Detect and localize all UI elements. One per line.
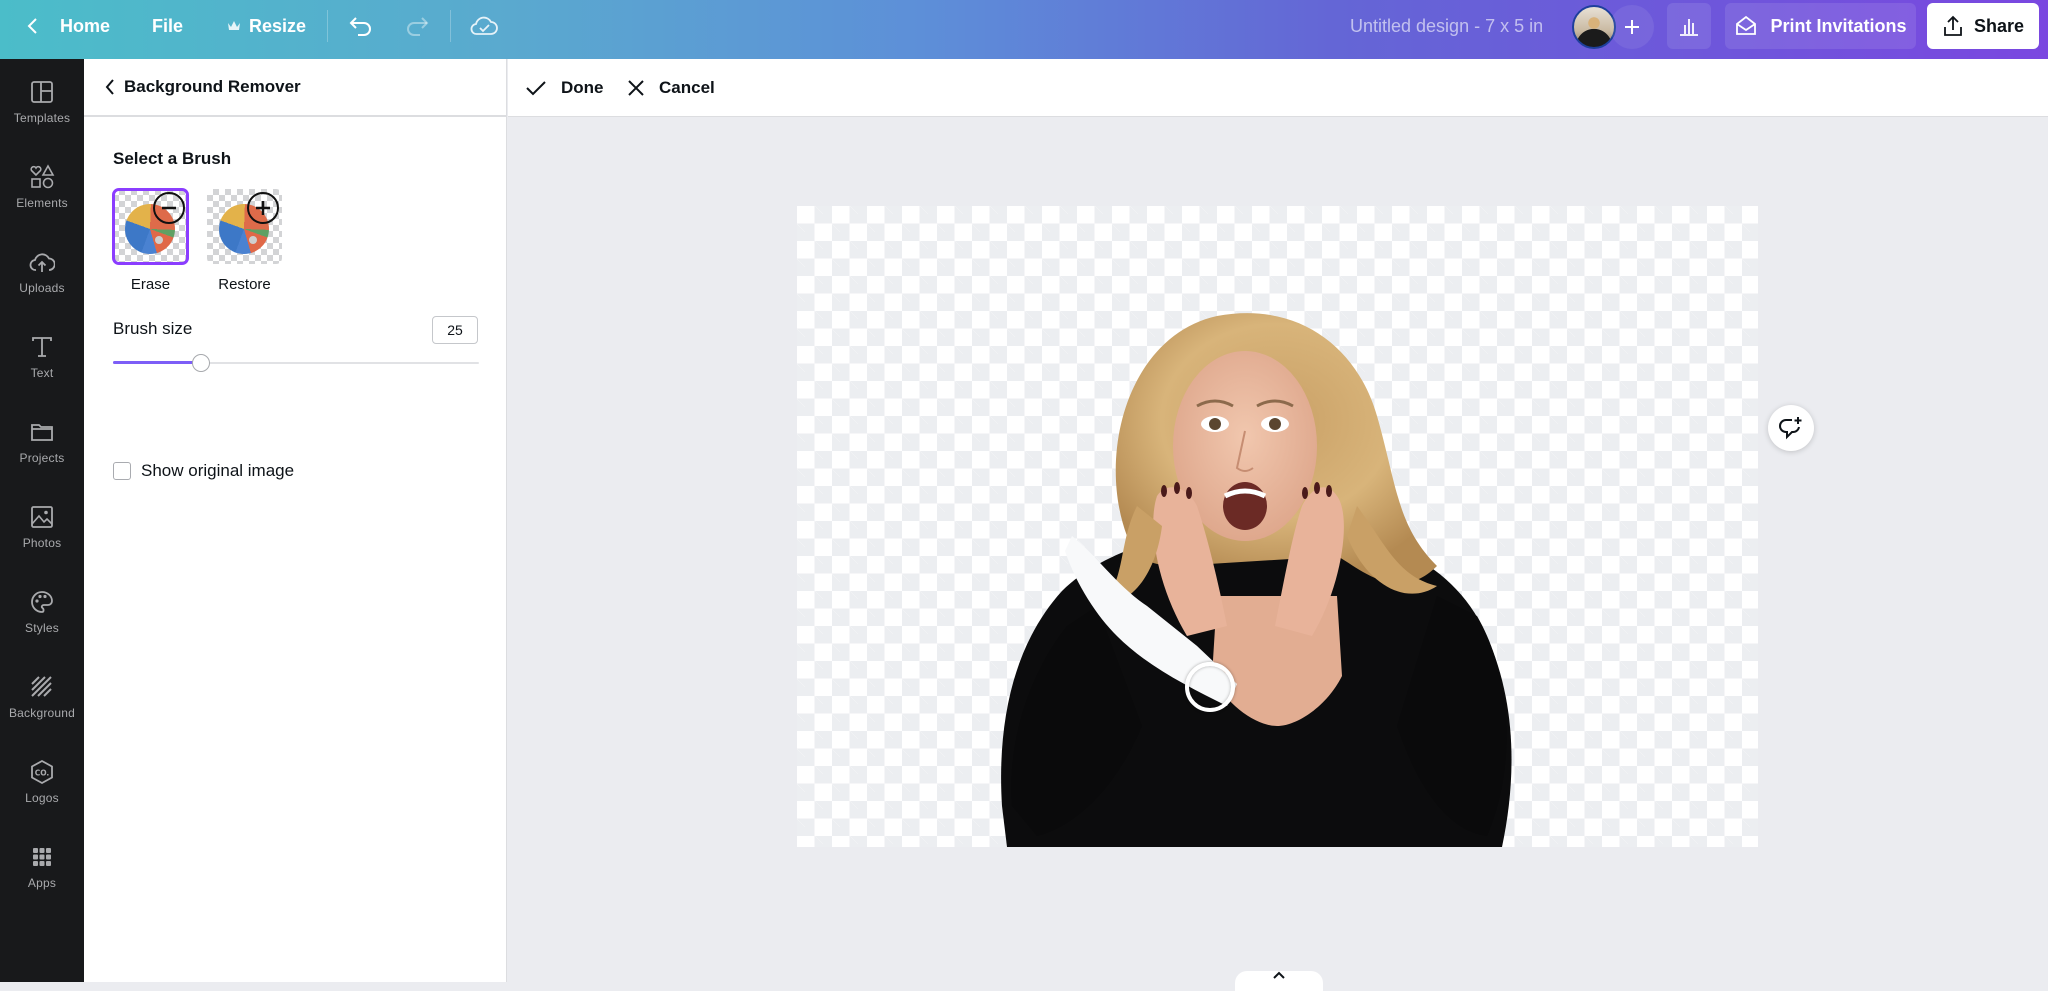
- checkmark-icon: [526, 81, 546, 96]
- resize-label: Resize: [249, 15, 307, 36]
- print-invitations-label: Print Invitations: [1770, 15, 1907, 36]
- palette-icon: [31, 591, 53, 613]
- apps-grid-icon: [33, 848, 51, 866]
- add-comment-button[interactable]: [1768, 405, 1814, 451]
- text-icon: [32, 337, 52, 357]
- slider-handle[interactable]: [191, 354, 210, 372]
- cloud-check-icon: [470, 16, 498, 35]
- cancel-label: Cancel: [659, 78, 715, 97]
- sidebar-item-label: Logos: [25, 791, 59, 805]
- close-icon: [628, 80, 644, 96]
- slider-fill: [113, 361, 201, 364]
- comment-plus-icon: [1779, 417, 1802, 440]
- envelope-icon: [1736, 15, 1757, 35]
- show-original-checkbox[interactable]: [113, 462, 131, 480]
- elements-icon: [30, 164, 55, 189]
- redo-icon: [407, 17, 429, 36]
- photos-icon: [31, 506, 53, 528]
- minus-circle-icon: [153, 192, 185, 224]
- sidebar-item-label: Uploads: [19, 281, 65, 295]
- sidebar-item-text[interactable]: Text: [0, 314, 84, 394]
- design-title[interactable]: Untitled design - 7 x 5 in: [1350, 0, 1543, 52]
- edit-toolbar: Done Cancel: [508, 59, 2048, 117]
- sidebar-item-photos[interactable]: Photos: [0, 484, 84, 564]
- sidebar-item-logos[interactable]: CO. Logos: [0, 739, 84, 819]
- select-brush-heading: Select a Brush: [113, 149, 232, 168]
- file-label: File: [152, 15, 184, 36]
- erase-brush-option[interactable]: Erase: [112, 188, 191, 293]
- top-bar: Home File Resize Untitled design - 7 x 5…: [0, 0, 2048, 59]
- sidebar-item-apps[interactable]: Apps: [0, 824, 84, 904]
- uploads-icon: [29, 253, 55, 272]
- folder-icon: [31, 424, 53, 441]
- save-status-button[interactable]: [470, 0, 498, 52]
- show-original-label: Show original image: [141, 461, 295, 480]
- background-remover-panel: Background Remover Select a Brush Erase …: [84, 59, 507, 982]
- restore-brush-option[interactable]: Restore: [207, 189, 285, 293]
- done-button[interactable]: Done: [525, 59, 604, 117]
- sidebar-item-label: Elements: [16, 196, 68, 210]
- upload-share-icon: [1944, 15, 1962, 36]
- home-button[interactable]: Home: [26, 0, 110, 52]
- chevron-left-icon: [105, 79, 114, 95]
- restore-brush-thumbnail: [207, 189, 282, 264]
- panel-header: Background Remover: [84, 59, 507, 117]
- sidebar-item-label: Templates: [13, 111, 71, 125]
- resize-button[interactable]: Resize: [227, 0, 306, 52]
- sidebar-item-label: Styles: [25, 621, 59, 635]
- erase-label: Erase: [130, 276, 171, 293]
- redo-button[interactable]: [405, 0, 429, 52]
- brush-size-input[interactable]: 25: [432, 316, 478, 344]
- woman-photo-cutout[interactable]: [797, 206, 1758, 847]
- sidebar-item-label: Background: [8, 706, 76, 720]
- sidebar-item-elements[interactable]: Elements: [0, 144, 84, 224]
- sidebar-item-uploads[interactable]: Uploads: [0, 229, 84, 309]
- design-canvas[interactable]: [797, 206, 1758, 847]
- logos-icon: CO.: [31, 759, 53, 785]
- svg-text:CO.: CO.: [35, 769, 50, 778]
- undo-button[interactable]: [349, 0, 373, 52]
- plus-icon: [1625, 20, 1639, 34]
- print-invitations-button[interactable]: Print Invitations: [1725, 3, 1916, 49]
- share-label: Share: [1973, 15, 2025, 36]
- file-menu[interactable]: File: [152, 0, 183, 52]
- chevron-up-icon: [1273, 971, 1285, 979]
- home-label: Home: [60, 15, 111, 36]
- insights-button[interactable]: [1667, 3, 1711, 49]
- sidebar-item-label: Text: [30, 366, 54, 380]
- bar-chart-icon: [1680, 19, 1698, 36]
- divider: [327, 10, 328, 42]
- brush-size-slider[interactable]: [113, 353, 479, 373]
- plus-circle-icon: [247, 192, 279, 224]
- sidebar-item-label: Apps: [27, 876, 57, 890]
- share-button[interactable]: Share: [1927, 3, 2039, 49]
- crown-icon: [228, 21, 240, 30]
- chevron-left-icon: [27, 18, 37, 34]
- restore-label: Restore: [218, 276, 271, 293]
- invite-button[interactable]: [1610, 5, 1654, 49]
- undo-icon: [349, 17, 371, 36]
- panel-title: Background Remover: [124, 77, 301, 96]
- background-pattern-icon: [31, 676, 52, 697]
- show-original-toggle[interactable]: Show original image: [113, 461, 294, 481]
- templates-icon: [31, 81, 53, 103]
- sidebar: Templates Elements Uploads Text Projects…: [0, 59, 84, 982]
- sidebar-item-label: Photos: [22, 536, 62, 550]
- erase-brush-thumbnail: [112, 188, 189, 265]
- sidebar-item-background[interactable]: Background: [0, 654, 84, 734]
- brush-cursor: [1185, 662, 1235, 712]
- sidebar-item-templates[interactable]: Templates: [0, 59, 84, 139]
- cancel-button[interactable]: Cancel: [627, 59, 715, 117]
- brush-size-label: Brush size: [113, 319, 193, 338]
- divider: [450, 10, 451, 42]
- expand-pages-button[interactable]: [1235, 971, 1323, 991]
- sidebar-item-label: Projects: [19, 451, 65, 465]
- sidebar-item-styles[interactable]: Styles: [0, 569, 84, 649]
- done-label: Done: [561, 78, 604, 97]
- back-button[interactable]: Background Remover: [104, 77, 301, 97]
- sidebar-item-projects[interactable]: Projects: [0, 399, 84, 479]
